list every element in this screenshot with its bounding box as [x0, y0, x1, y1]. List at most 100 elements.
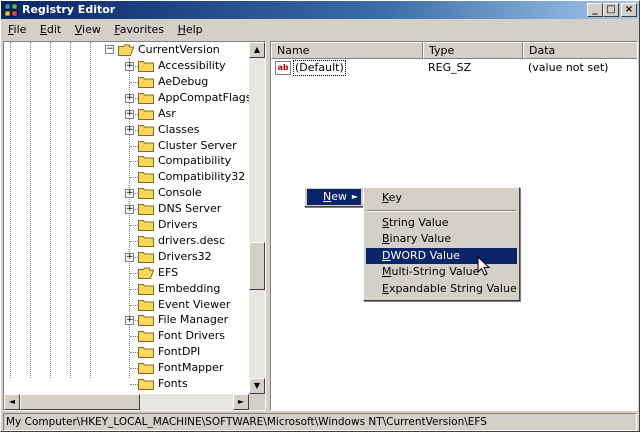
tree-item[interactable]: + Classes	[4, 122, 249, 138]
minimize-button[interactable]: _	[587, 3, 603, 17]
tree-item[interactable]: drivers.desc	[4, 233, 249, 249]
tree-item-label: Console	[158, 186, 202, 200]
expand-icon[interactable]: +	[125, 93, 134, 103]
submenu-item-binary-value[interactable]: Binary Value	[366, 231, 517, 247]
tree-branch-line	[130, 272, 138, 274]
folder-icon	[138, 283, 154, 295]
tree-item[interactable]: Font Drivers	[4, 328, 249, 344]
regedit-icon	[4, 3, 18, 17]
tree-item[interactable]: Embedding	[4, 281, 249, 297]
tree-item-label: Embedding	[158, 281, 221, 295]
folder-icon	[138, 235, 154, 247]
submenu-item-multi-string-value-rest: ulti-String Value	[391, 265, 480, 278]
scroll-down-arrow-icon[interactable]: ▼	[249, 378, 265, 394]
folder-icon	[138, 299, 154, 311]
expand-icon[interactable]: +	[125, 125, 134, 135]
tree-item-label: Classes	[158, 122, 200, 136]
scroll-right-arrow-icon[interactable]: ►	[233, 394, 249, 410]
expand-icon[interactable]: +	[125, 252, 134, 262]
tree-item[interactable]: + Asr	[4, 106, 249, 122]
folder-icon	[138, 155, 154, 168]
menu-favorites-rest: avorites	[119, 23, 165, 36]
key-tree-pane[interactable]: − CurrentVersion + Accessibility AeDebug + App…	[3, 41, 266, 411]
tree-item-label: AeDebug	[158, 74, 209, 88]
tree-item[interactable]: Compatibility	[4, 153, 249, 169]
menu-help[interactable]: Help	[173, 21, 208, 39]
submenu-arrow-icon: ►	[351, 192, 358, 201]
tree-item[interactable]: AeDebug	[4, 74, 249, 90]
column-header-type[interactable]: Type	[423, 42, 523, 59]
tree-item[interactable]: + Drivers32	[4, 249, 249, 265]
expand-icon[interactable]: +	[125, 205, 134, 215]
menu-view-accel: V	[74, 23, 83, 36]
context-menu-new[interactable]: New ►	[307, 189, 361, 205]
tree-item[interactable]: FontDPI	[4, 344, 249, 360]
expand-icon[interactable]: +	[125, 109, 134, 119]
tree-item-label: Cluster Server	[158, 138, 237, 152]
folder-icon	[138, 203, 154, 216]
expand-icon[interactable]: +	[125, 62, 134, 71]
submenu-item-binary-value-accel: B	[382, 232, 390, 245]
tree-item-label: Compatibility32	[158, 170, 246, 184]
folder-icon	[138, 124, 154, 136]
scroll-up-arrow-icon[interactable]: ▲	[249, 42, 265, 58]
submenu-item-expandable-string-value[interactable]: Expandable String Value	[366, 281, 517, 297]
menu-file-rest: ile	[13, 23, 27, 36]
menu-file[interactable]: File	[3, 21, 31, 39]
tree-branch-line	[130, 368, 138, 370]
tree-item[interactable]: Event Viewer	[4, 297, 249, 313]
folder-icon	[138, 187, 154, 200]
tree-branch-line	[130, 161, 138, 163]
context-menu: New ►	[304, 187, 364, 207]
submenu-item-dword-value[interactable]: DWORD Value	[366, 248, 517, 264]
column-header-data[interactable]: Data	[523, 42, 637, 59]
window-title: Registry Editor	[22, 3, 116, 16]
close-button[interactable]: ×	[621, 3, 637, 17]
expand-icon[interactable]: +	[125, 189, 134, 199]
submenu-item-expandable-string-value-rest: xpandable String Value	[388, 282, 517, 295]
tree-item[interactable]: + File Manager	[4, 312, 249, 328]
tree-item[interactable]: + AppCompatFlags	[4, 90, 252, 106]
tree-horizontal-scrollbar[interactable]: ◄ ►	[4, 394, 249, 410]
submenu-item-key-accel: K	[382, 191, 389, 204]
tree-item-label: Fonts	[158, 377, 188, 390]
submenu-item-expandable-string-value-accel: E	[382, 282, 389, 295]
tree-item-label: Compatibility	[158, 154, 232, 168]
folder-icon	[138, 140, 154, 152]
submenu-item-string-value[interactable]: String Value	[366, 215, 517, 231]
tree-item[interactable]: Fonts	[4, 376, 249, 392]
submenu-item-key[interactable]: Key	[366, 190, 517, 206]
submenu-item-dword-value-rest: WORD Value	[390, 249, 460, 262]
new-accel: N	[323, 190, 332, 203]
value-data: (value not set)	[528, 61, 609, 74]
tree-item-label: Event Viewer	[158, 297, 231, 311]
tree-item[interactable]: + Console	[4, 185, 249, 201]
tree-item[interactable]: FontMapper	[4, 360, 249, 376]
tree-item[interactable]: Drivers	[4, 217, 249, 233]
menu-favorites[interactable]: Favorites	[109, 21, 169, 39]
tree-item-currentversion[interactable]: − CurrentVersion	[4, 42, 249, 58]
tree-item[interactable]: Cluster Server	[4, 138, 249, 154]
tree-item[interactable]: Compatibility32	[4, 169, 249, 185]
maximize-button[interactable]: □	[603, 3, 619, 17]
folder-icon	[138, 76, 154, 88]
tree-branch-line	[130, 336, 138, 338]
status-bar: My Computer\HKEY_LOCAL_MACHINE\SOFTWARE\…	[3, 413, 637, 431]
tree-branch-line	[130, 304, 138, 306]
tree-item[interactable]: + Accessibility	[4, 58, 249, 74]
expand-icon[interactable]: +	[125, 316, 134, 326]
tree-hscroll-thumb[interactable]	[20, 394, 140, 410]
tree-item[interactable]: EFS	[4, 265, 249, 281]
column-header-name[interactable]: Name	[271, 42, 423, 59]
tree-scroll-thumb[interactable]	[249, 242, 265, 290]
menu-view[interactable]: View	[70, 21, 106, 39]
folder-icon	[138, 378, 154, 390]
tree-item[interactable]: + DNS Server	[4, 201, 249, 217]
tree-vertical-scrollbar[interactable]: ▲ ▼	[249, 42, 265, 394]
submenu-item-multi-string-value[interactable]: Multi-String Value	[366, 264, 517, 280]
collapse-icon[interactable]: −	[105, 45, 114, 54]
menu-edit[interactable]: Edit	[35, 21, 66, 39]
title-bar[interactable]: Registry Editor _ □ ×	[1, 1, 639, 19]
value-row[interactable]: ab (Default) REG_SZ (value not set)	[271, 60, 637, 76]
scroll-left-arrow-icon[interactable]: ◄	[4, 394, 20, 410]
